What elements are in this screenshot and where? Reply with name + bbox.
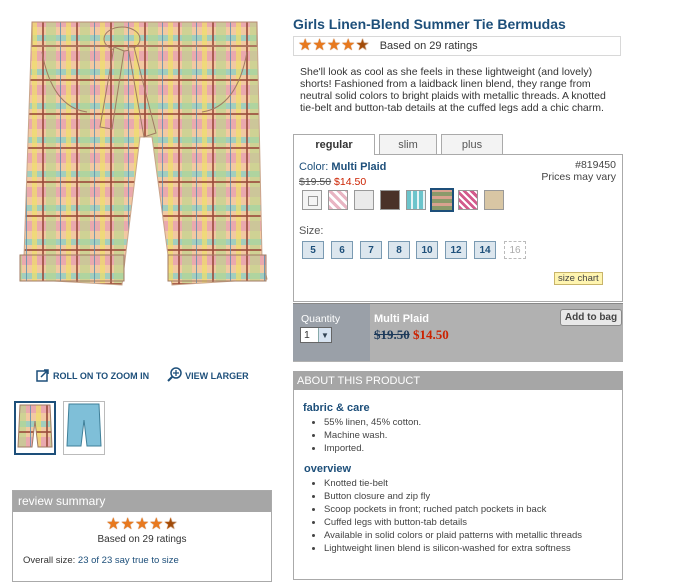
- size-6-button[interactable]: 6: [331, 241, 353, 259]
- swatch-pink-plaid[interactable]: [328, 190, 348, 210]
- tab-slim[interactable]: slim: [379, 134, 437, 154]
- size-12-button[interactable]: 12: [445, 241, 467, 259]
- product-title: Girls Linen-Blend Summer Tie Bermudas: [293, 16, 566, 32]
- color-label: Color:: [299, 161, 329, 173]
- view-larger-label: VIEW LARGER: [185, 370, 249, 381]
- zoom-label: ROLL ON TO ZOOM IN: [53, 370, 150, 381]
- star-icon: ★: [312, 37, 327, 54]
- color-value: Multi Plaid: [331, 161, 387, 173]
- chevron-down-icon: ▼: [318, 328, 331, 342]
- fabric-heading: fabric & care: [303, 402, 370, 414]
- half-star-icon: ★: [163, 516, 178, 533]
- zoom-control[interactable]: ROLL ON TO ZOOM IN: [36, 368, 149, 384]
- size-5-button[interactable]: 5: [302, 241, 324, 259]
- overall-size-row: Overall size: 23 of 23 say true to size: [23, 555, 271, 566]
- swatch-brown[interactable]: [380, 190, 400, 210]
- price-note: Prices may vary: [541, 171, 616, 183]
- swatch-aqua-plaid[interactable]: [406, 190, 426, 210]
- review-rating-text: Based on 29 ratings: [97, 534, 187, 545]
- star-icon: ★: [298, 37, 313, 54]
- panel-original-price: $19.50: [299, 176, 332, 188]
- list-item: Machine wash.: [324, 429, 622, 442]
- view-larger-link[interactable]: VIEW LARGER: [167, 367, 249, 384]
- swatch-white[interactable]: [302, 190, 322, 210]
- list-item: Cuffed legs with button-tab details: [324, 516, 600, 529]
- fabric-list: 55% linen, 45% cotton. Machine wash. Imp…: [294, 416, 622, 455]
- quantity-label: Quantity: [301, 313, 341, 325]
- star-icon: ★: [134, 516, 150, 533]
- swatch-pink-check[interactable]: [458, 190, 478, 210]
- product-image[interactable]: [12, 17, 274, 299]
- size-14-button[interactable]: 14: [474, 241, 496, 259]
- star-icon: ★: [341, 37, 356, 54]
- panel-sale-price: $14.50: [334, 176, 367, 188]
- half-star-icon: ★: [355, 37, 370, 54]
- quantity-select[interactable]: 1 ▼: [300, 327, 332, 343]
- overall-size-label: Overall size:: [23, 555, 76, 566]
- review-stars: ★ ★ ★ ★ ★: [106, 517, 178, 533]
- star-icon: ★: [149, 516, 164, 533]
- rating-stars[interactable]: ★ ★ ★ ★ ★: [298, 38, 370, 54]
- purchase-sale-price: $14.50: [413, 327, 449, 342]
- size-7-button[interactable]: 7: [360, 241, 382, 259]
- panel-price: $19.50 $14.50: [299, 176, 366, 188]
- size-label: Size:: [299, 225, 324, 237]
- star-icon: ★: [120, 516, 135, 533]
- item-info: #819450 Prices may vary: [541, 159, 616, 183]
- product-description: She'll look as cool as she feels in thes…: [300, 66, 606, 114]
- size-10-button[interactable]: 10: [416, 241, 438, 259]
- list-item: Available in solid colors or plaid patte…: [324, 529, 600, 542]
- list-item: Imported.: [324, 442, 622, 455]
- item-number: #819450: [575, 159, 616, 171]
- purchase-item-name: Multi Plaid: [374, 313, 429, 325]
- thumbnail-blue[interactable]: [63, 401, 105, 455]
- list-item: Button closure and zip fly: [324, 490, 600, 503]
- image-tools: ROLL ON TO ZOOM IN VIEW LARGER: [36, 367, 249, 384]
- list-item: Scoop pockets in front; ruched patch poc…: [324, 503, 600, 516]
- swatch-light-grey[interactable]: [354, 190, 374, 210]
- overview-list: Knotted tie-belt Button closure and zip …: [294, 477, 622, 555]
- review-summary: review summary ★ ★ ★ ★ ★ Based on 29 rat…: [12, 490, 272, 582]
- purchase-price: $19.50 $14.50: [374, 327, 449, 343]
- purchase-original-price: $19.50: [374, 327, 410, 342]
- about-heading: ABOUT THIS PRODUCT: [293, 371, 623, 390]
- star-icon: ★: [326, 37, 342, 54]
- rating-bar: ★ ★ ★ ★ ★ Based on 29 ratings: [293, 36, 621, 56]
- size-16-button: 16: [504, 241, 526, 259]
- swatch-multi-plaid[interactable]: [430, 188, 454, 212]
- swatch-khaki[interactable]: [484, 190, 504, 210]
- rating-text: Based on 29 ratings: [379, 40, 478, 52]
- overview-heading: overview: [304, 463, 352, 475]
- list-item: Lightweight linen blend is silicon-washe…: [324, 542, 600, 555]
- thumbnail-front[interactable]: [14, 401, 56, 455]
- tab-regular[interactable]: regular: [293, 134, 375, 155]
- list-item: 55% linen, 45% cotton.: [324, 416, 622, 429]
- tab-plus[interactable]: plus: [441, 134, 503, 154]
- size-chart-link[interactable]: size chart: [554, 272, 603, 285]
- list-item: Knotted tie-belt: [324, 477, 600, 490]
- about-body: fabric & care 55% linen, 45% cotton. Mac…: [293, 390, 623, 580]
- add-to-bag-button[interactable]: Add to bag: [560, 309, 622, 326]
- overall-size-link[interactable]: 23 of 23 say true to size: [78, 555, 179, 566]
- color-row: Color: Multi Plaid: [299, 161, 386, 173]
- star-icon: ★: [106, 516, 121, 533]
- magnifier-plus-icon: [167, 367, 182, 384]
- review-summary-heading: review summary: [13, 491, 271, 512]
- quantity-value: 1: [304, 329, 310, 341]
- zoom-arrow-icon: [36, 368, 50, 384]
- size-8-button[interactable]: 8: [388, 241, 410, 259]
